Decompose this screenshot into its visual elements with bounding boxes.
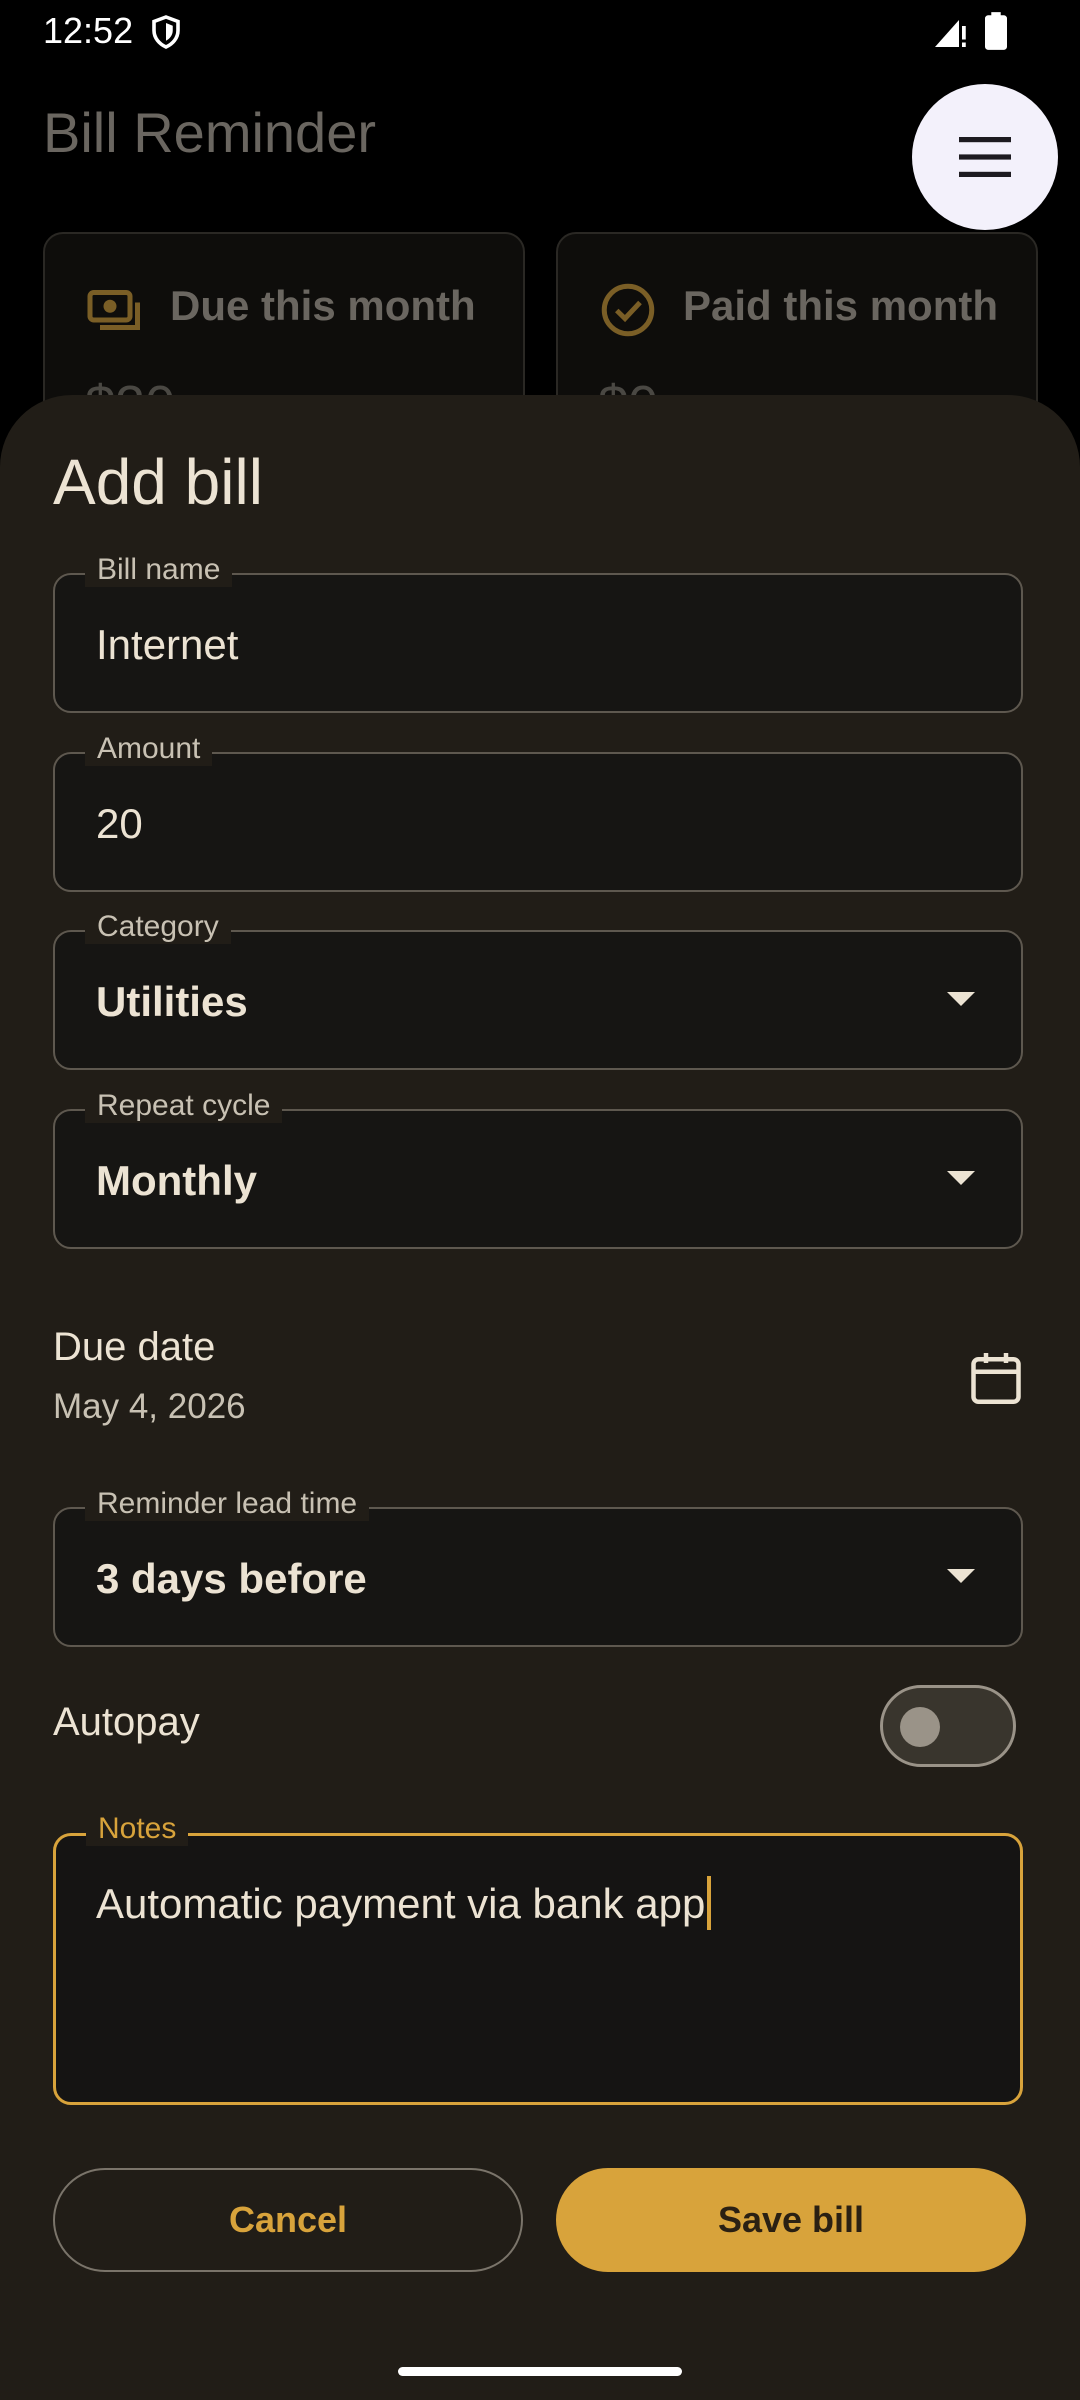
menu-button[interactable] xyxy=(912,84,1058,230)
bill-name-label: Bill name xyxy=(85,553,233,587)
amount-label: Amount xyxy=(85,732,213,766)
sheet-title: Add bill xyxy=(53,446,263,518)
shield-icon xyxy=(152,15,180,49)
battery-icon xyxy=(985,12,1007,50)
notes-field[interactable]: Notes Automatic payment via bank app xyxy=(53,1812,1023,2105)
reminder-lead-time-value: 3 days before xyxy=(96,1555,367,1602)
due-date-value: May 4, 2026 xyxy=(53,1387,246,1426)
status-time: 12:52 xyxy=(43,10,134,51)
home-indicator[interactable] xyxy=(398,2367,682,2376)
signal-icon xyxy=(935,20,966,47)
amount-value: 20 xyxy=(96,800,143,847)
toggle-knob xyxy=(900,1707,940,1747)
calendar-icon[interactable] xyxy=(966,1348,1026,1408)
notes-value: Automatic payment via bank app xyxy=(96,1876,712,1930)
text-cursor xyxy=(707,1876,712,1930)
status-bar: 12:52 xyxy=(0,0,1080,64)
paid-this-month-label: Paid this month xyxy=(683,282,998,329)
cancel-button[interactable]: Cancel xyxy=(53,2168,523,2272)
dropdown-arrow-icon xyxy=(947,1171,975,1185)
check-circle-icon xyxy=(601,283,655,337)
category-label: Category xyxy=(85,910,231,944)
add-bill-sheet: Add bill Bill name Internet Amount 20 Ca… xyxy=(0,395,1080,2400)
category-value: Utilities xyxy=(96,978,248,1025)
notes-text: Automatic payment via bank app xyxy=(96,1880,706,1927)
save-bill-button[interactable]: Save bill xyxy=(556,2168,1026,2272)
notes-label: Notes xyxy=(86,1812,189,1846)
dropdown-arrow-icon xyxy=(947,992,975,1006)
amount-field[interactable]: Amount 20 xyxy=(53,732,1023,892)
repeat-cycle-dropdown[interactable]: Repeat cycle Monthly xyxy=(53,1089,1023,1249)
due-this-month-label: Due this month xyxy=(170,282,476,329)
repeat-cycle-value: Monthly xyxy=(96,1157,257,1204)
autopay-label: Autopay xyxy=(53,1700,200,1744)
reminder-lead-time-label: Reminder lead time xyxy=(85,1487,370,1521)
bill-name-value: Internet xyxy=(96,621,239,668)
autopay-toggle[interactable] xyxy=(880,1685,1016,1767)
menu-icon xyxy=(959,137,1011,177)
dropdown-arrow-icon xyxy=(947,1569,975,1583)
money-icon xyxy=(87,290,140,330)
category-dropdown[interactable]: Category Utilities xyxy=(53,910,1023,1070)
app-title: Bill Reminder xyxy=(43,101,376,164)
bill-name-field[interactable]: Bill name Internet xyxy=(53,553,1023,713)
due-date-label: Due date xyxy=(53,1325,216,1369)
reminder-lead-time-dropdown[interactable]: Reminder lead time 3 days before xyxy=(53,1487,1023,1647)
repeat-cycle-label: Repeat cycle xyxy=(85,1089,283,1123)
